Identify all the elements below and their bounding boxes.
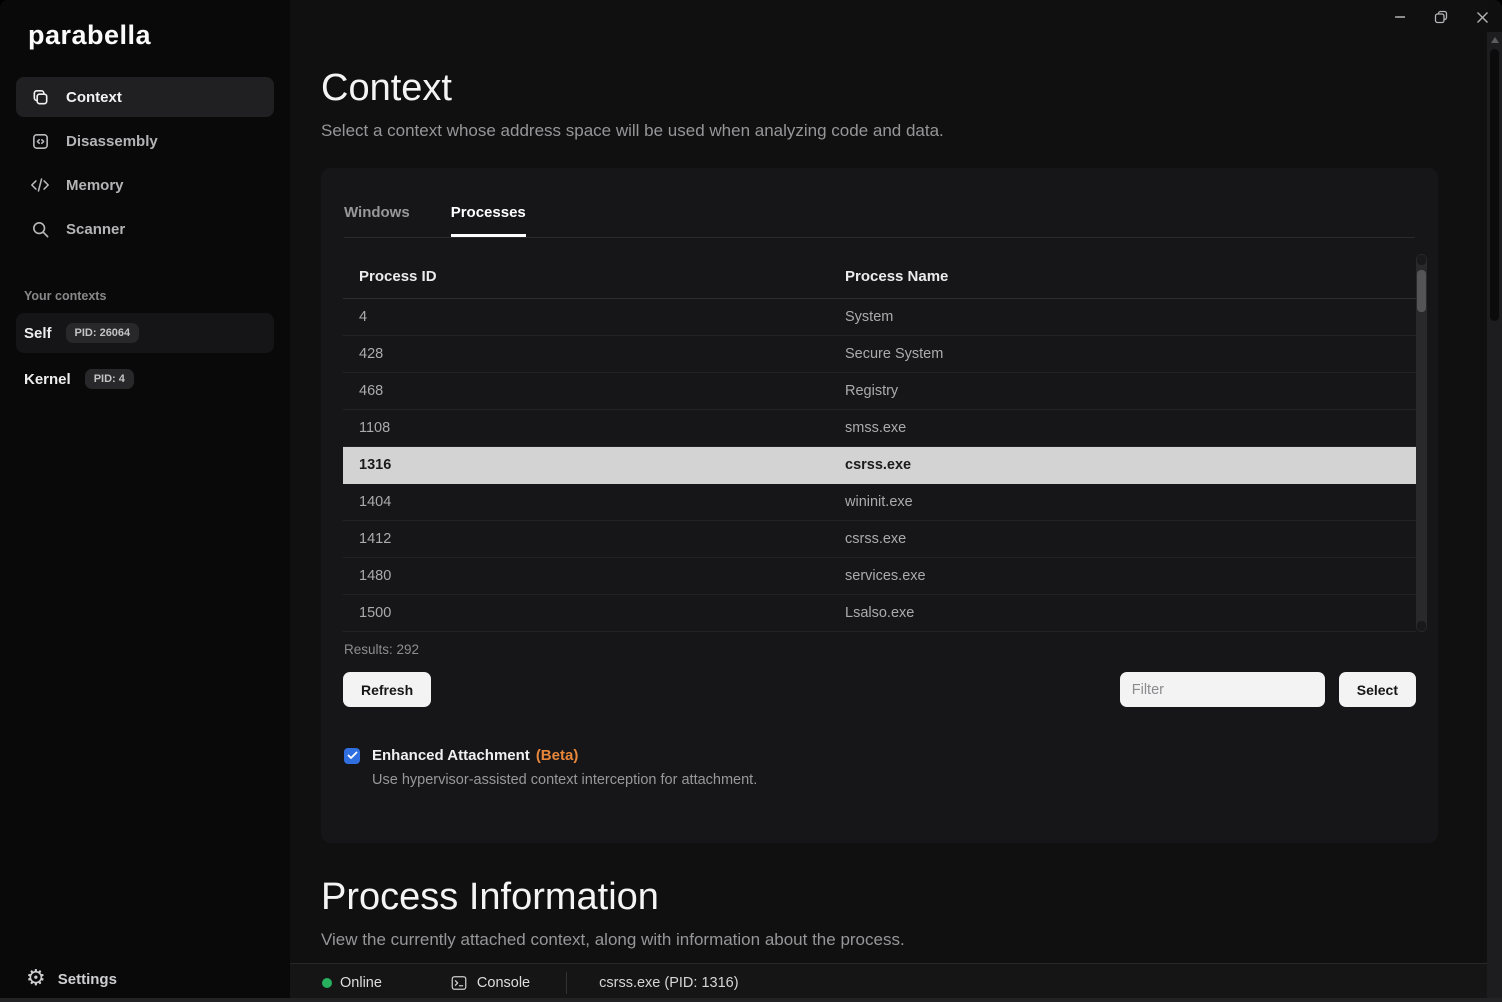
code-box-icon xyxy=(30,131,50,151)
filter-input[interactable] xyxy=(1120,672,1325,707)
beta-badge: (Beta) xyxy=(536,747,579,764)
app-logo: parabella xyxy=(28,20,290,51)
attached-process-label: csrss.exe (PID: 1316) xyxy=(599,975,738,991)
context-list: Self PID: 26064 Kernel PID: 4 xyxy=(0,313,290,399)
cell-process-name: services.exe xyxy=(845,568,1400,584)
cell-process-id: 4 xyxy=(359,309,845,325)
pid-badge: PID: 4 xyxy=(85,369,134,389)
code-chevrons-icon xyxy=(30,175,50,195)
context-item-kernel[interactable]: Kernel PID: 4 xyxy=(16,359,274,399)
restore-button[interactable] xyxy=(1427,4,1455,30)
process-info-subtitle: View the currently attached context, alo… xyxy=(321,929,1487,951)
cell-process-id: 1480 xyxy=(359,568,845,584)
context-item-self[interactable]: Self PID: 26064 xyxy=(16,313,274,353)
sidebar-item-label: Context xyxy=(66,89,122,106)
sidebar-item-disassembly[interactable]: Disassembly xyxy=(16,121,274,161)
table-scrollbar[interactable] xyxy=(1416,254,1427,632)
column-header-process-id: Process ID xyxy=(359,268,845,285)
console-button[interactable]: Console xyxy=(450,974,530,992)
cell-process-name: Lsalso.exe xyxy=(845,605,1400,621)
cell-process-name: Secure System xyxy=(845,346,1400,362)
cell-process-name: smss.exe xyxy=(845,420,1400,436)
gear-icon: ⚙ xyxy=(26,968,46,990)
settings-label: Settings xyxy=(58,971,117,988)
console-label: Console xyxy=(477,975,530,991)
sidebar-item-label: Disassembly xyxy=(66,133,158,150)
window-controls xyxy=(1386,4,1496,30)
sidebar-nav: Context Disassembly Memory xyxy=(0,77,290,249)
pid-badge: PID: 26064 xyxy=(66,323,140,343)
process-info-title: Process Information xyxy=(321,875,1487,919)
table-header: Process ID Process Name xyxy=(343,254,1416,299)
scroll-up-arrow-icon[interactable] xyxy=(1491,37,1499,43)
table-row[interactable]: 1500 Lsalso.exe xyxy=(343,595,1416,632)
statusbar-divider xyxy=(566,972,567,994)
sidebar-item-memory[interactable]: Memory xyxy=(16,165,274,205)
table-row[interactable]: 468 Registry xyxy=(343,373,1416,410)
cell-process-id: 1108 xyxy=(359,420,845,436)
window-scrollbar-thumb[interactable] xyxy=(1490,49,1499,321)
online-status-dot xyxy=(322,978,332,988)
cell-process-id: 1500 xyxy=(359,605,845,621)
sidebar-item-context[interactable]: Context xyxy=(16,77,274,117)
cell-process-id: 468 xyxy=(359,383,845,399)
cell-process-name: wininit.exe xyxy=(845,494,1400,510)
window-scrollbar[interactable] xyxy=(1487,32,1502,1002)
search-icon xyxy=(30,219,50,239)
column-header-process-name: Process Name xyxy=(845,268,1400,285)
process-table: Process ID Process Name 4 System 428 Sec… xyxy=(343,254,1416,632)
sidebar-item-scanner[interactable]: Scanner xyxy=(16,209,274,249)
tab-windows[interactable]: Windows xyxy=(344,204,410,237)
cell-process-id: 428 xyxy=(359,346,845,362)
cell-process-name: csrss.exe xyxy=(845,531,1400,547)
cell-process-name: Registry xyxy=(845,383,1400,399)
cell-process-name: System xyxy=(845,309,1400,325)
refresh-button[interactable]: Refresh xyxy=(343,672,431,707)
context-name: Kernel xyxy=(24,371,71,388)
main-content: Context Select a context whose address s… xyxy=(290,0,1487,963)
tab-bar: Windows Processes xyxy=(344,168,1415,238)
table-row-selected[interactable]: 1316 csrss.exe xyxy=(343,447,1416,484)
app-window: parabella Context Disasse xyxy=(0,0,1502,1002)
table-controls: Refresh Select xyxy=(343,672,1416,707)
cell-process-name: csrss.exe xyxy=(845,457,1400,473)
close-button[interactable] xyxy=(1468,4,1496,30)
table-row[interactable]: 1480 services.exe xyxy=(343,558,1416,595)
page-title: Context xyxy=(321,66,1487,110)
minimize-button[interactable] xyxy=(1386,4,1414,30)
table-row[interactable]: 1404 wininit.exe xyxy=(343,484,1416,521)
cell-process-id: 1412 xyxy=(359,531,845,547)
results-count: Results: 292 xyxy=(344,642,1415,657)
scroll-down-button[interactable] xyxy=(1417,621,1426,631)
enhanced-attachment-section: Enhanced Attachment (Beta) Use hyperviso… xyxy=(344,747,1415,788)
context-name: Self xyxy=(24,325,52,342)
enhanced-attachment-description: Use hypervisor-assisted context intercep… xyxy=(372,772,1415,788)
table-row[interactable]: 1412 csrss.exe xyxy=(343,521,1416,558)
table-row[interactable]: 428 Secure System xyxy=(343,336,1416,373)
cell-process-id: 1316 xyxy=(359,457,845,473)
window-bottom-edge xyxy=(0,998,1502,1002)
settings-button[interactable]: ⚙ Settings xyxy=(26,968,117,990)
online-status-label: Online xyxy=(340,975,382,991)
tab-processes[interactable]: Processes xyxy=(451,204,526,237)
status-bar: Online Console csrss.exe (PID: 1316) xyxy=(290,963,1487,1002)
table-row[interactable]: 4 System xyxy=(343,299,1416,336)
copy-icon xyxy=(30,87,50,107)
sidebar: parabella Context Disasse xyxy=(0,0,290,1002)
cell-process-id: 1404 xyxy=(359,494,845,510)
select-button[interactable]: Select xyxy=(1339,672,1416,707)
console-icon xyxy=(450,974,468,992)
context-card: Windows Processes Process ID Process Nam… xyxy=(321,168,1438,843)
enhanced-attachment-checkbox[interactable] xyxy=(344,748,360,764)
sidebar-item-label: Memory xyxy=(66,177,124,194)
table-row[interactable]: 1108 smss.exe xyxy=(343,410,1416,447)
scroll-up-button[interactable] xyxy=(1417,255,1426,265)
enhanced-attachment-label: Enhanced Attachment xyxy=(372,747,530,764)
sidebar-item-label: Scanner xyxy=(66,221,125,238)
page-subtitle: Select a context whose address space wil… xyxy=(321,120,1487,142)
table-scrollbar-thumb[interactable] xyxy=(1417,270,1426,312)
your-contexts-label: Your contexts xyxy=(24,289,290,303)
